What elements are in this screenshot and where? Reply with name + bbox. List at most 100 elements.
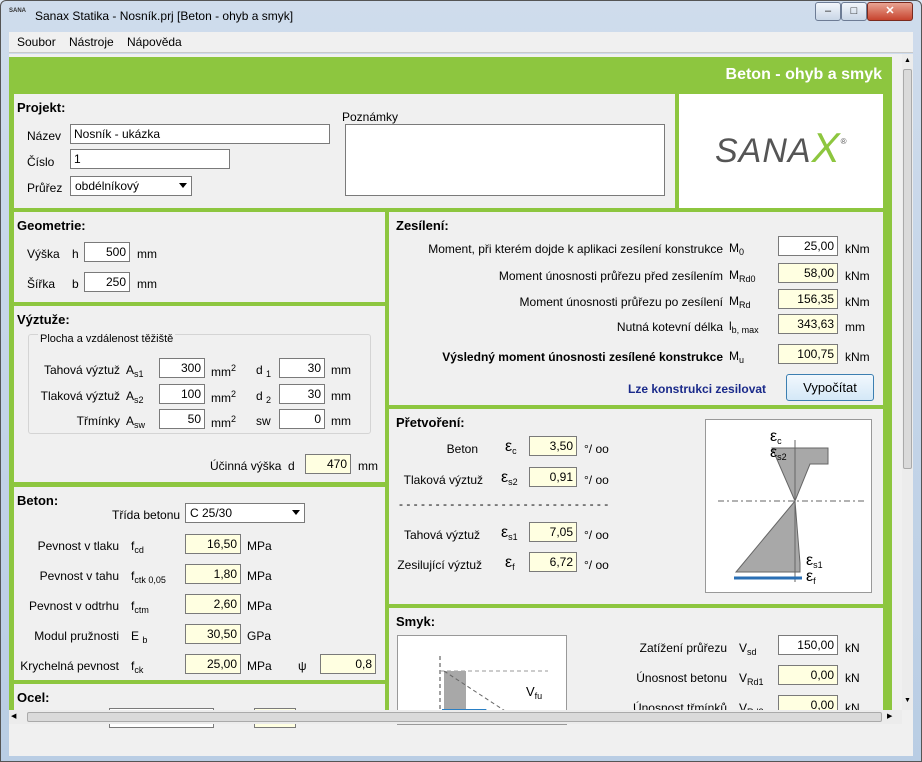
mrd0-output: 58,00 — [778, 263, 838, 283]
fcd-output: 16,50 — [185, 534, 241, 554]
area-unit: mm2 — [211, 389, 236, 405]
chevron-down-icon — [292, 510, 300, 515]
vyztuze-panel: Výztuže: Plocha a vzdálenost těžiště Tah… — [14, 306, 385, 482]
menu-soubor[interactable]: Soubor — [17, 35, 56, 49]
effective-depth-symbol: d — [288, 459, 295, 473]
strain-symbol: εf — [505, 554, 515, 572]
sym-sub: s2 — [134, 395, 144, 405]
reinforce-unit: kNm — [845, 269, 870, 283]
concrete-prop-unit: MPa — [247, 599, 272, 613]
rebar-row-label: Třmínky — [76, 414, 120, 428]
strain-symbol: εs2 — [501, 469, 518, 487]
strain-label: Beton — [446, 442, 478, 456]
ec-output: 3,50 — [529, 436, 577, 456]
effective-depth-unit: mm — [358, 459, 378, 473]
d-sym-sub: 2 — [266, 395, 272, 405]
sym-sub: ck — [134, 665, 144, 675]
sym-sub: c — [512, 446, 517, 456]
shear-row-label: Únosnost betonu — [636, 671, 727, 685]
vertical-scroll-thumb[interactable] — [903, 69, 912, 469]
minimize-button[interactable]: – — [815, 2, 841, 21]
d-sym-main: d — [256, 363, 263, 377]
unit-exp: 2 — [231, 389, 237, 399]
horizontal-scrollbar[interactable]: ◀ ▶ — [9, 710, 902, 724]
status-text: Lze konstrukci zesilovat — [628, 382, 767, 396]
sym-sub: Rd — [739, 300, 751, 310]
content-frame: Beton - ohyb a smyk Projekt: Název Nosní… — [9, 57, 892, 728]
scroll-up-icon[interactable]: ▲ — [902, 54, 913, 68]
sym-main: V — [526, 684, 535, 699]
scroll-right-icon[interactable]: ▶ — [887, 710, 899, 724]
reinforce-symbol: MRd — [729, 294, 751, 310]
width-input[interactable]: 250 — [84, 272, 130, 292]
title-bar[interactable]: SANA Sanax Statika - Nosník.prj [Beton -… — [1, 1, 921, 31]
sw-input[interactable]: 0 — [279, 409, 325, 429]
area-input-as2[interactable]: 100 — [159, 384, 205, 404]
d-symbol: d 2 — [256, 389, 271, 405]
len-unit: mm — [331, 389, 351, 403]
eb-output: 30,50 — [185, 624, 241, 644]
scroll-left-icon[interactable]: ◀ — [11, 710, 23, 724]
sym-main: V — [739, 671, 748, 685]
reinforce-row-label: Moment únosnosti průřezu po zesílení — [519, 295, 723, 309]
reinforce-row-label: Moment únosnosti průřezu před zesílením — [498, 269, 723, 283]
notes-textarea[interactable] — [345, 124, 665, 196]
projekt-heading: Projekt: — [17, 100, 66, 115]
close-button[interactable]: ✕ — [867, 2, 913, 21]
app-icon: SANA — [9, 8, 27, 14]
smyk-heading: Smyk: — [396, 614, 436, 629]
sym-main: M — [729, 349, 739, 363]
fctk-output: 1,80 — [185, 564, 241, 584]
strain-unit: °/ oo — [584, 558, 609, 572]
height-unit: mm — [137, 247, 157, 261]
notes-label: Poznámky — [342, 110, 399, 124]
strain-label: Tlaková výztuž — [403, 473, 483, 487]
effective-depth-label: Účinná výška — [210, 459, 282, 473]
group-label: Plocha a vzdálenost těžiště — [38, 333, 176, 345]
reinforce-unit: mm — [845, 320, 865, 334]
number-input[interactable]: 1 — [70, 149, 230, 169]
concrete-class-select[interactable]: C 25/30 — [185, 503, 305, 523]
maximize-button[interactable]: □ — [841, 2, 867, 21]
unit-text: mm — [211, 391, 231, 405]
sym-sub: ctk 0,05 — [134, 575, 166, 585]
menu-napoveda[interactable]: Nápověda — [127, 35, 182, 49]
strain-unit: °/ oo — [584, 528, 609, 542]
rebar-symbol: As1 — [126, 363, 144, 379]
ef-output: 6,72 — [529, 552, 577, 572]
concrete-prop-label: Pevnost v odtrhu — [28, 599, 119, 613]
rebar-symbol: As2 — [126, 389, 144, 405]
concrete-class-value: C 25/30 — [190, 506, 233, 520]
scroll-down-icon[interactable]: ▼ — [902, 694, 913, 708]
sym-sub: sd — [747, 647, 757, 657]
section-select-value: obdélníkový — [75, 179, 140, 193]
sym-main: M — [729, 294, 739, 308]
menu-nastroje[interactable]: Nástroje — [69, 35, 114, 49]
d1-input[interactable]: 30 — [279, 358, 325, 378]
page-title: Beton - ohyb a smyk — [725, 66, 882, 83]
height-input[interactable]: 500 — [84, 242, 130, 262]
calculate-button[interactable]: Vypočítat — [786, 374, 874, 401]
horizontal-scroll-thumb[interactable] — [27, 712, 882, 722]
shear-symbol: Vsd — [739, 641, 757, 657]
beton-heading: Beton: — [17, 493, 59, 508]
name-input[interactable]: Nosník - ukázka — [70, 124, 330, 144]
len-unit: mm — [331, 414, 351, 428]
strain-diagram: εc εs2 εs1 εf — [705, 419, 872, 593]
area-input-as1[interactable]: 300 — [159, 358, 205, 378]
unit-text: mm — [211, 365, 231, 379]
d2-input[interactable]: 30 — [279, 384, 325, 404]
m0-input[interactable]: 25,00 — [778, 236, 838, 256]
area-input-asw[interactable]: 50 — [159, 409, 205, 429]
strain-diagram-svg — [718, 440, 866, 582]
vsd-input[interactable]: 150,00 — [778, 635, 838, 655]
client-area: Beton - ohyb a smyk Projekt: Název Nosní… — [9, 54, 913, 756]
vertical-scrollbar[interactable]: ▲ ▼ — [902, 54, 913, 710]
logo-panel: SANAX® — [679, 94, 883, 208]
fctm-output: 2,60 — [185, 594, 241, 614]
sym-sub: cd — [134, 545, 144, 555]
geometrie-heading: Geometrie: — [17, 218, 86, 233]
rebar-row-label: Tlaková výztuž — [40, 389, 120, 403]
section-select[interactable]: obdélníkový — [70, 176, 192, 196]
sym-main: V — [739, 641, 748, 655]
